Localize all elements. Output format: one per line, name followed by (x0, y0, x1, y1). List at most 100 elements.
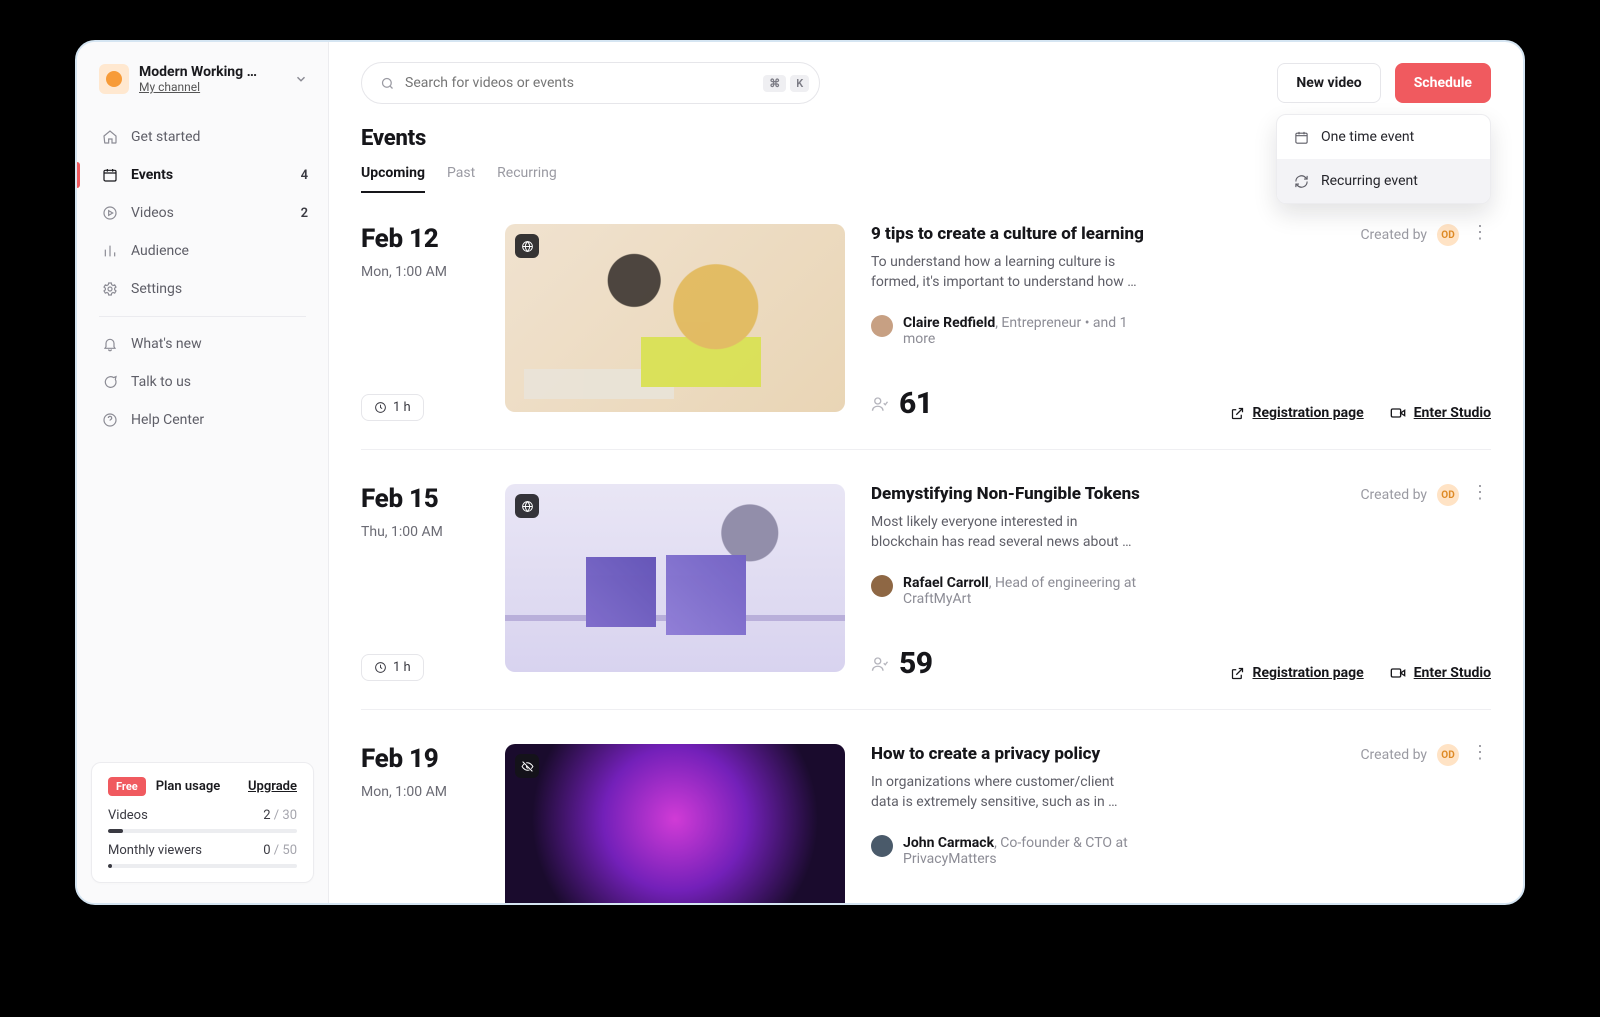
topbar: ⌘ K New video Schedule (329, 42, 1523, 114)
sidebar: Modern Working … My channel Get started … (77, 42, 329, 903)
event-description: Most likely everyone interested in block… (871, 512, 1141, 553)
clock-icon (374, 401, 387, 414)
main-content: ⌘ K New video Schedule One time event Re… (329, 42, 1523, 903)
sidebar-item-settings[interactable]: Settings (77, 270, 328, 308)
enter-studio-link[interactable]: Enter Studio (1390, 665, 1491, 681)
sidebar-item-count: 2 (301, 206, 308, 221)
more-menu-button[interactable]: ⋮ (1469, 224, 1491, 242)
sidebar-item-label: Videos (131, 205, 174, 221)
keyboard-shortcut: ⌘ K (763, 75, 809, 92)
workspace-title: Modern Working … (139, 64, 284, 80)
calendar-icon (1293, 130, 1309, 145)
sidebar-item-whats-new[interactable]: What's new (77, 325, 328, 363)
sidebar-item-events[interactable]: Events 4 (77, 156, 328, 194)
sidebar-item-count: 4 (301, 168, 308, 183)
tab-recurring[interactable]: Recurring (497, 165, 557, 193)
sidebar-item-label: What's new (131, 336, 202, 352)
sidebar-item-talk-to-us[interactable]: Talk to us (77, 363, 328, 401)
sidebar-item-label: Help Center (131, 412, 204, 428)
creator-avatar: OD (1437, 484, 1459, 506)
event-thumbnail[interactable] (505, 744, 845, 903)
upgrade-link[interactable]: Upgrade (248, 779, 297, 794)
tab-past[interactable]: Past (447, 165, 475, 193)
event-row: Feb 15 Thu, 1:00 AM 1 h Demystifying Non… (361, 476, 1491, 710)
duration-chip: 1 h (361, 394, 424, 421)
clock-icon (374, 661, 387, 674)
search-input[interactable] (405, 75, 753, 91)
event-day: Mon, 1:00 AM (361, 264, 479, 280)
app-window: Modern Working … My channel Get started … (75, 40, 1525, 905)
schedule-button[interactable]: Schedule (1395, 63, 1491, 103)
help-icon (101, 412, 119, 428)
search-icon (380, 76, 395, 91)
event-row: Feb 12 Mon, 1:00 AM 1 h 9 tips to create… (361, 216, 1491, 450)
tab-upcoming[interactable]: Upcoming (361, 165, 425, 193)
schedule-recurring[interactable]: Recurring event (1277, 159, 1490, 203)
event-title[interactable]: Demystifying Non-Fungible Tokens (871, 484, 1350, 504)
event-title[interactable]: 9 tips to create a culture of learning (871, 224, 1350, 244)
chat-icon (101, 374, 119, 390)
event-description: In organizations where customer/client d… (871, 772, 1141, 813)
usage-label-videos: Videos (108, 808, 148, 823)
more-menu-button[interactable]: ⋮ (1469, 484, 1491, 502)
users-icon (871, 655, 889, 673)
event-day: Thu, 1:00 AM (361, 524, 479, 540)
event-title[interactable]: How to create a privacy policy (871, 744, 1350, 764)
event-list[interactable]: Feb 12 Mon, 1:00 AM 1 h 9 tips to create… (329, 194, 1523, 903)
sidebar-item-label: Talk to us (131, 374, 191, 390)
creator-avatar: OD (1437, 744, 1459, 766)
globe-icon (515, 234, 539, 258)
created-by: Created by OD (1360, 744, 1459, 766)
event-date: Feb 12 (361, 224, 479, 254)
schedule-dropdown: One time event Recurring event (1276, 114, 1491, 204)
event-speaker: John Carmack, Co-founder & CTO at Privac… (871, 835, 1161, 867)
workspace-subtitle[interactable]: My channel (139, 80, 284, 94)
video-icon (1390, 665, 1406, 681)
plan-badge: Free (108, 777, 146, 796)
registration-count: 61 (871, 386, 933, 421)
search-field[interactable]: ⌘ K (361, 62, 820, 104)
event-date: Feb 19 (361, 744, 479, 774)
home-icon (101, 129, 119, 145)
event-thumbnail[interactable] (505, 484, 845, 672)
created-by: Created by OD (1360, 484, 1459, 506)
speaker-avatar (871, 835, 893, 857)
repeat-icon (1293, 174, 1309, 189)
registration-page-link[interactable]: Registration page (1230, 405, 1364, 421)
enter-studio-link[interactable]: Enter Studio (1390, 405, 1491, 421)
workspace-avatar (99, 64, 129, 94)
new-video-button[interactable]: New video (1277, 63, 1380, 103)
external-link-icon (1230, 406, 1245, 421)
event-speaker: Rafael Carroll, Head of engineering at C… (871, 575, 1161, 607)
bar-chart-icon (101, 243, 119, 259)
event-speaker: Claire Redfield, Entrepreneur • and 1 mo… (871, 315, 1161, 347)
registration-count: 59 (871, 646, 933, 681)
event-row: Feb 19 Mon, 1:00 AM How to create a priv… (361, 736, 1491, 903)
video-icon (1390, 405, 1406, 421)
workspace-switcher[interactable]: Modern Working … My channel (77, 54, 328, 108)
bell-icon (101, 336, 119, 352)
registration-page-link[interactable]: Registration page (1230, 665, 1364, 681)
chevron-down-icon (294, 72, 308, 86)
sidebar-item-audience[interactable]: Audience (77, 232, 328, 270)
more-menu-button[interactable]: ⋮ (1469, 744, 1491, 762)
sidebar-item-help-center[interactable]: Help Center (77, 401, 328, 439)
divider (99, 316, 306, 317)
play-circle-icon (101, 205, 119, 221)
event-day: Mon, 1:00 AM (361, 784, 479, 800)
speaker-avatar (871, 575, 893, 597)
sidebar-item-videos[interactable]: Videos 2 (77, 194, 328, 232)
usage-bar-videos (108, 829, 297, 833)
schedule-one-time[interactable]: One time event (1277, 115, 1490, 159)
sidebar-item-label: Events (131, 167, 173, 183)
calendar-icon (101, 167, 119, 183)
speaker-avatar (871, 315, 893, 337)
plan-title: Plan usage (156, 779, 221, 794)
plan-usage-card: Free Plan usage Upgrade Videos 2 / 30 Mo… (91, 762, 314, 883)
sidebar-item-label: Settings (131, 281, 182, 297)
users-icon (871, 395, 889, 413)
gear-icon (101, 281, 119, 297)
event-thumbnail[interactable] (505, 224, 845, 412)
creator-avatar: OD (1437, 224, 1459, 246)
sidebar-item-get-started[interactable]: Get started (77, 118, 328, 156)
